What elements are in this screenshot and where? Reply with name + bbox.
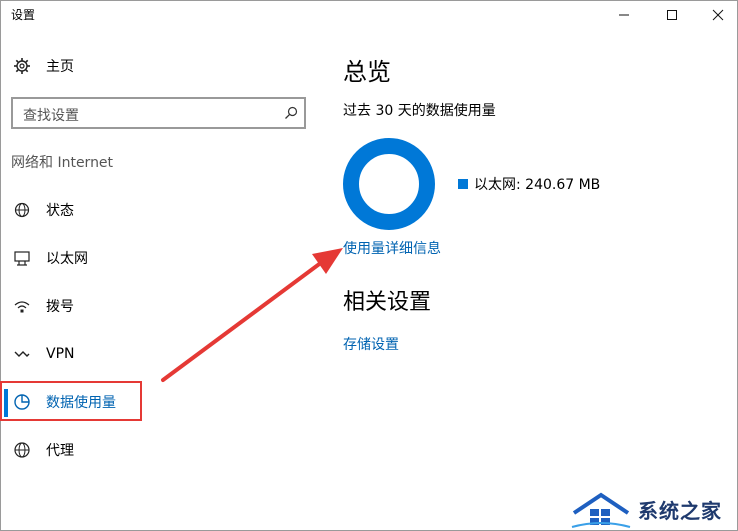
sidebar-item-label: 代理 [46, 443, 74, 459]
sidebar-item-label: 状态 [46, 203, 74, 219]
vpn-icon [12, 344, 32, 364]
gear-icon [12, 56, 32, 76]
search-icon[interactable] [284, 105, 298, 124]
dialup-icon [12, 296, 32, 316]
page-title: 总览 [343, 58, 391, 86]
close-button[interactable] [695, 1, 738, 29]
data-usage-donut-chart [343, 138, 435, 230]
usage-period-text: 过去 30 天的数据使用量 [343, 103, 496, 119]
title-bar: 设置 [0, 0, 738, 28]
storage-settings-link[interactable]: 存储设置 [343, 334, 399, 354]
sidebar-item-dialup[interactable]: 拨号 [0, 288, 300, 324]
watermark-text: 系统之家 [638, 499, 722, 523]
usage-legend: 以太网: 240.67 MB [458, 174, 600, 194]
sidebar-item-ethernet[interactable]: 以太网 [0, 240, 300, 276]
annotation-highlight-box [0, 381, 142, 421]
maximize-icon [667, 10, 677, 20]
legend-swatch [458, 179, 468, 189]
window-title: 设置 [11, 8, 36, 22]
search-placeholder: 查找设置 [23, 108, 79, 124]
usage-details-link[interactable]: 使用量详细信息 [343, 238, 441, 258]
status-icon [12, 200, 32, 220]
sidebar-item-home[interactable]: 主页 [0, 48, 300, 84]
section-heading-network: 网络和 Internet [11, 155, 114, 171]
search-input[interactable]: 查找设置 [11, 97, 306, 129]
sidebar-item-label: 以太网 [46, 251, 88, 267]
sidebar-item-vpn[interactable]: VPN [0, 336, 300, 372]
sidebar-item-proxy[interactable]: 代理 [0, 432, 300, 468]
house-logo-icon [571, 492, 631, 528]
sidebar-item-label: 拨号 [46, 299, 74, 315]
proxy-icon [12, 440, 32, 460]
related-settings-title: 相关设置 [343, 290, 432, 315]
ethernet-icon [12, 248, 32, 268]
sidebar-item-label: VPN [46, 346, 75, 362]
sidebar-item-status[interactable]: 状态 [0, 192, 300, 228]
maximize-button[interactable] [649, 1, 695, 29]
watermark-logo: 系统之家 [570, 488, 738, 531]
minimize-button[interactable] [601, 1, 647, 29]
minimize-icon [619, 14, 629, 16]
close-icon [712, 9, 724, 21]
sidebar-item-label: 主页 [46, 59, 74, 75]
legend-label: 以太网: 240.67 MB [474, 177, 601, 193]
